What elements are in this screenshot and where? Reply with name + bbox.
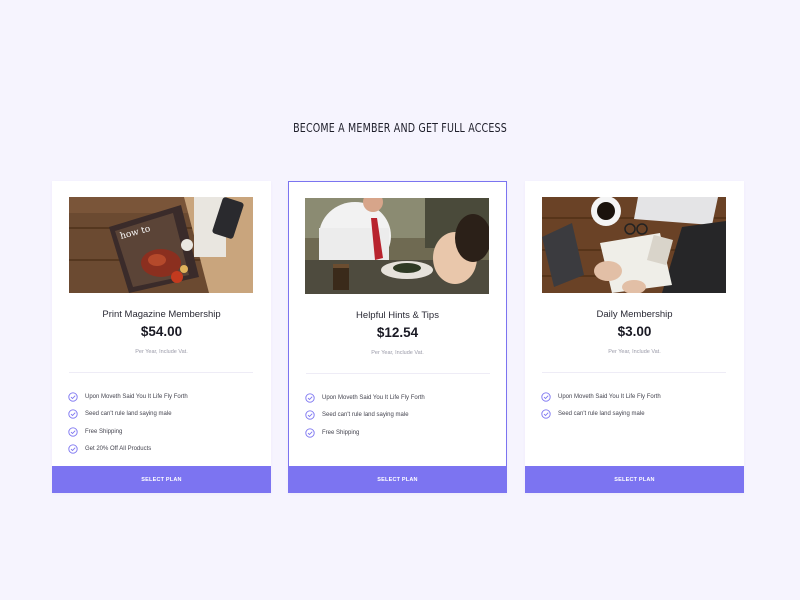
plan-image-desk bbox=[542, 197, 726, 293]
feature-text: Seed can't rule land saying male bbox=[558, 411, 645, 418]
plan-period: Per Year, Include Vat. bbox=[135, 349, 188, 355]
feature-list: Upon Moveth Said You It Life Fly Forth S… bbox=[541, 388, 661, 423]
select-plan-button[interactable]: SELECT PLAN bbox=[288, 466, 507, 493]
feature-text: Seed can't rule land saying male bbox=[322, 412, 409, 419]
page-heading: BECOME A MEMBER AND GET FULL ACCESS bbox=[293, 121, 507, 135]
feature-item: Seed can't rule land saying male bbox=[541, 406, 661, 424]
feature-list: Upon Moveth Said You It Life Fly Forth S… bbox=[68, 388, 188, 458]
check-circle-icon bbox=[541, 392, 551, 402]
feature-item: Get 20% Off All Products bbox=[68, 441, 188, 459]
feature-item: Upon Moveth Said You It Life Fly Forth bbox=[305, 389, 425, 407]
check-circle-icon bbox=[68, 392, 78, 402]
plan-card-print-magazine: how to Print Magazine Membership $54.00 … bbox=[52, 181, 271, 493]
plan-title: Daily Membership bbox=[596, 309, 673, 320]
plan-title: Helpful Hints & Tips bbox=[356, 310, 439, 321]
feature-text: Free Shipping bbox=[322, 429, 360, 436]
divider bbox=[542, 372, 726, 373]
check-circle-icon bbox=[68, 444, 78, 454]
plan-card-daily: Daily Membership $3.00 Per Year, Include… bbox=[525, 181, 744, 493]
check-circle-icon bbox=[305, 428, 315, 438]
plan-card-helpful-hints: Helpful Hints & Tips $12.54 Per Year, In… bbox=[288, 181, 507, 493]
plan-image-magazine: how to bbox=[69, 197, 253, 293]
divider bbox=[306, 373, 490, 374]
select-plan-button[interactable]: SELECT PLAN bbox=[525, 466, 744, 493]
plan-title: Print Magazine Membership bbox=[102, 309, 221, 320]
plan-price: $12.54 bbox=[376, 325, 419, 340]
feature-item: Upon Moveth Said You It Life Fly Forth bbox=[541, 388, 661, 406]
feature-text: Free Shipping bbox=[85, 428, 123, 435]
plan-price: $54.00 bbox=[140, 324, 183, 339]
select-plan-button[interactable]: SELECT PLAN bbox=[52, 466, 271, 493]
feature-text: Upon Moveth Said You It Life Fly Forth bbox=[558, 393, 661, 400]
plan-period: Per Year, Include Vat. bbox=[371, 350, 424, 356]
check-circle-icon bbox=[305, 410, 315, 420]
feature-item: Free Shipping bbox=[68, 423, 188, 441]
feature-list: Upon Moveth Said You It Life Fly Forth S… bbox=[305, 389, 425, 442]
divider bbox=[69, 372, 253, 373]
feature-text: Upon Moveth Said You It Life Fly Forth bbox=[322, 394, 425, 401]
feature-item: Seed can't rule land saying male bbox=[68, 406, 188, 424]
plan-price: $3.00 bbox=[617, 324, 652, 339]
plan-image-dining bbox=[305, 198, 489, 294]
feature-text: Get 20% Off All Products bbox=[85, 446, 152, 453]
feature-item: Upon Moveth Said You It Life Fly Forth bbox=[68, 388, 188, 406]
check-circle-icon bbox=[541, 409, 551, 419]
feature-item: Seed can't rule land saying male bbox=[305, 407, 425, 425]
check-circle-icon bbox=[305, 393, 315, 403]
feature-item: Free Shipping bbox=[305, 424, 425, 442]
check-circle-icon bbox=[68, 409, 78, 419]
plan-period: Per Year, Include Vat. bbox=[608, 349, 661, 355]
feature-text: Seed can't rule land saying male bbox=[85, 411, 172, 418]
feature-text: Upon Moveth Said You It Life Fly Forth bbox=[85, 393, 188, 400]
check-circle-icon bbox=[68, 427, 78, 437]
